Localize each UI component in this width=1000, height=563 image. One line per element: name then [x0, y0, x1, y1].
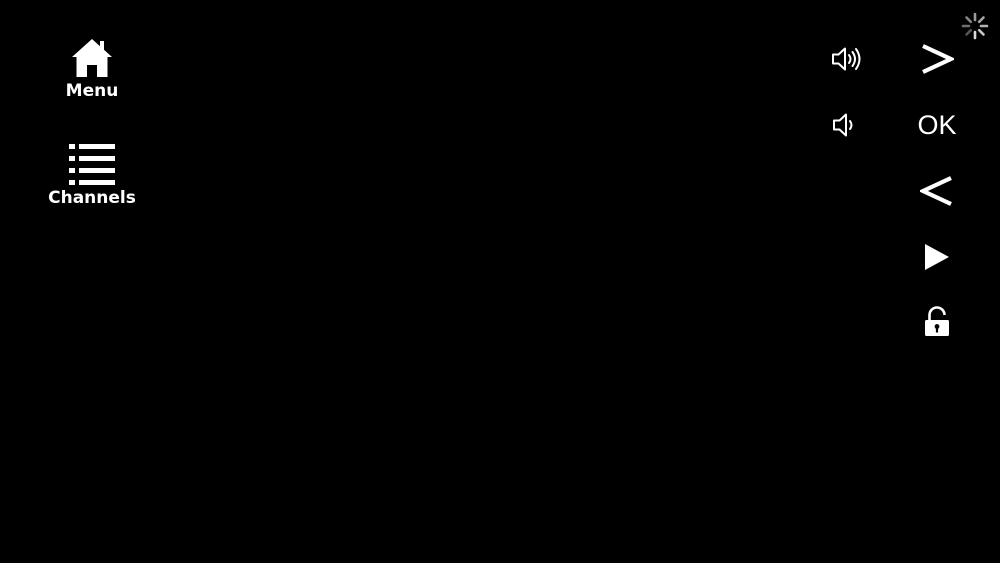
volume-down-button[interactable]	[826, 106, 864, 144]
channels-label: Channels	[48, 188, 136, 208]
lock-button[interactable]	[918, 302, 956, 340]
loading-spinner-icon	[961, 12, 989, 40]
play-button[interactable]	[916, 238, 958, 276]
menu-button[interactable]: Menu	[37, 38, 147, 101]
chevron-left-icon	[920, 176, 952, 206]
chevron-right-icon	[922, 44, 954, 74]
play-icon	[925, 244, 949, 270]
channels-button[interactable]: Channels	[37, 143, 147, 208]
volume-down-icon	[833, 113, 853, 137]
unlock-icon	[925, 305, 949, 336]
volume-up-icon	[832, 47, 861, 71]
remote-screen: { "nav": { "menu": { "label": "Menu", "i…	[0, 0, 1000, 563]
menu-label: Menu	[65, 81, 119, 101]
volume-up-button[interactable]	[826, 40, 870, 78]
previous-button[interactable]	[912, 170, 962, 212]
list-icon	[69, 144, 115, 185]
home-icon	[72, 39, 112, 77]
loading-spinner	[960, 11, 990, 41]
next-button[interactable]	[912, 38, 962, 80]
ok-button[interactable]: OK	[908, 106, 966, 144]
ok-label: OK	[917, 110, 957, 140]
